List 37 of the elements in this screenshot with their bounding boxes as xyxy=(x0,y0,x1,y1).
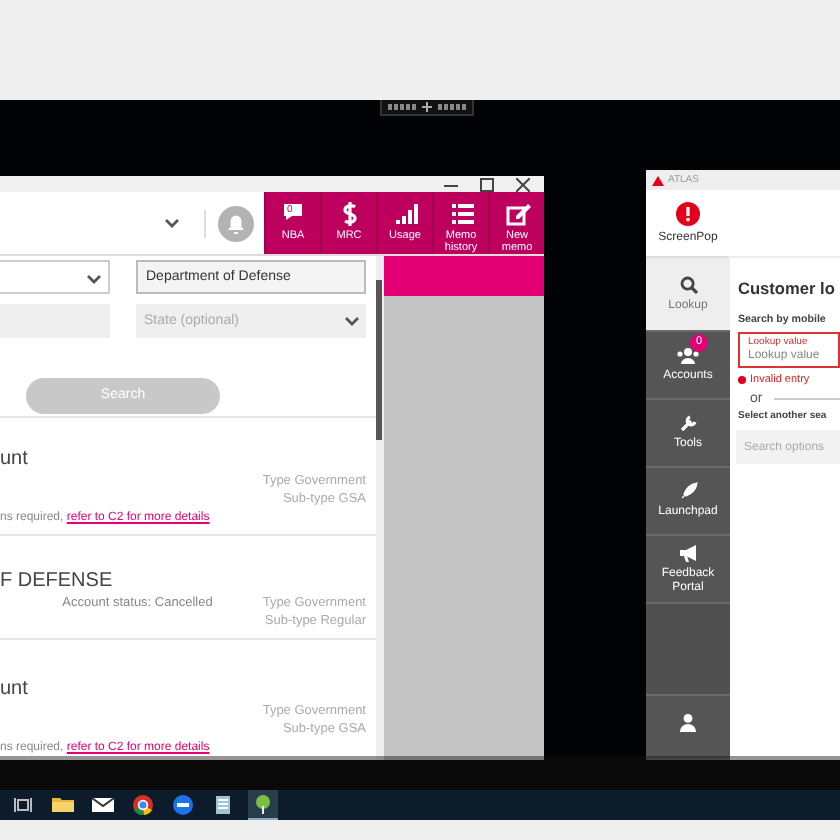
account-name[interactable]: F DEFENSE xyxy=(0,570,113,592)
envelope-icon xyxy=(92,794,114,816)
chevron-down-icon xyxy=(164,218,180,228)
browser-icon xyxy=(132,794,154,816)
floating-toolbar[interactable] xyxy=(380,100,474,116)
task-view-icon xyxy=(12,794,34,816)
grip-icon xyxy=(388,102,416,112)
maximize-icon xyxy=(480,177,494,191)
dropdown-field[interactable] xyxy=(0,260,110,294)
account-name[interactable]: unt xyxy=(0,678,28,700)
signal-bars-icon xyxy=(391,200,419,228)
tree-icon xyxy=(252,793,274,815)
triangle-logo-icon xyxy=(652,175,664,185)
bell-icon xyxy=(218,205,254,241)
people-icon xyxy=(676,347,700,363)
megaphone-icon xyxy=(677,543,699,561)
account-name[interactable]: unt xyxy=(0,448,28,470)
taskbar-app[interactable] xyxy=(168,790,198,820)
search-icon xyxy=(679,275,697,293)
person-icon xyxy=(680,714,696,732)
chevron-down-icon xyxy=(344,316,360,326)
document-icon xyxy=(212,794,234,816)
plus-icon xyxy=(422,102,432,112)
error-icon xyxy=(738,376,746,384)
page-heading: Customer lo xyxy=(738,278,837,298)
chat-icon xyxy=(172,794,194,816)
user-button[interactable] xyxy=(646,696,730,760)
alert-icon xyxy=(676,201,700,225)
scrollbar-thumb[interactable] xyxy=(376,280,382,440)
taskbar-app[interactable] xyxy=(128,790,158,820)
close-icon xyxy=(516,177,530,191)
grip-icon xyxy=(438,102,466,112)
chevron-down-icon xyxy=(86,274,102,284)
edit-icon xyxy=(503,200,531,228)
list-icon xyxy=(447,200,475,228)
wrench-icon xyxy=(679,414,697,432)
folder-icon xyxy=(52,794,74,816)
